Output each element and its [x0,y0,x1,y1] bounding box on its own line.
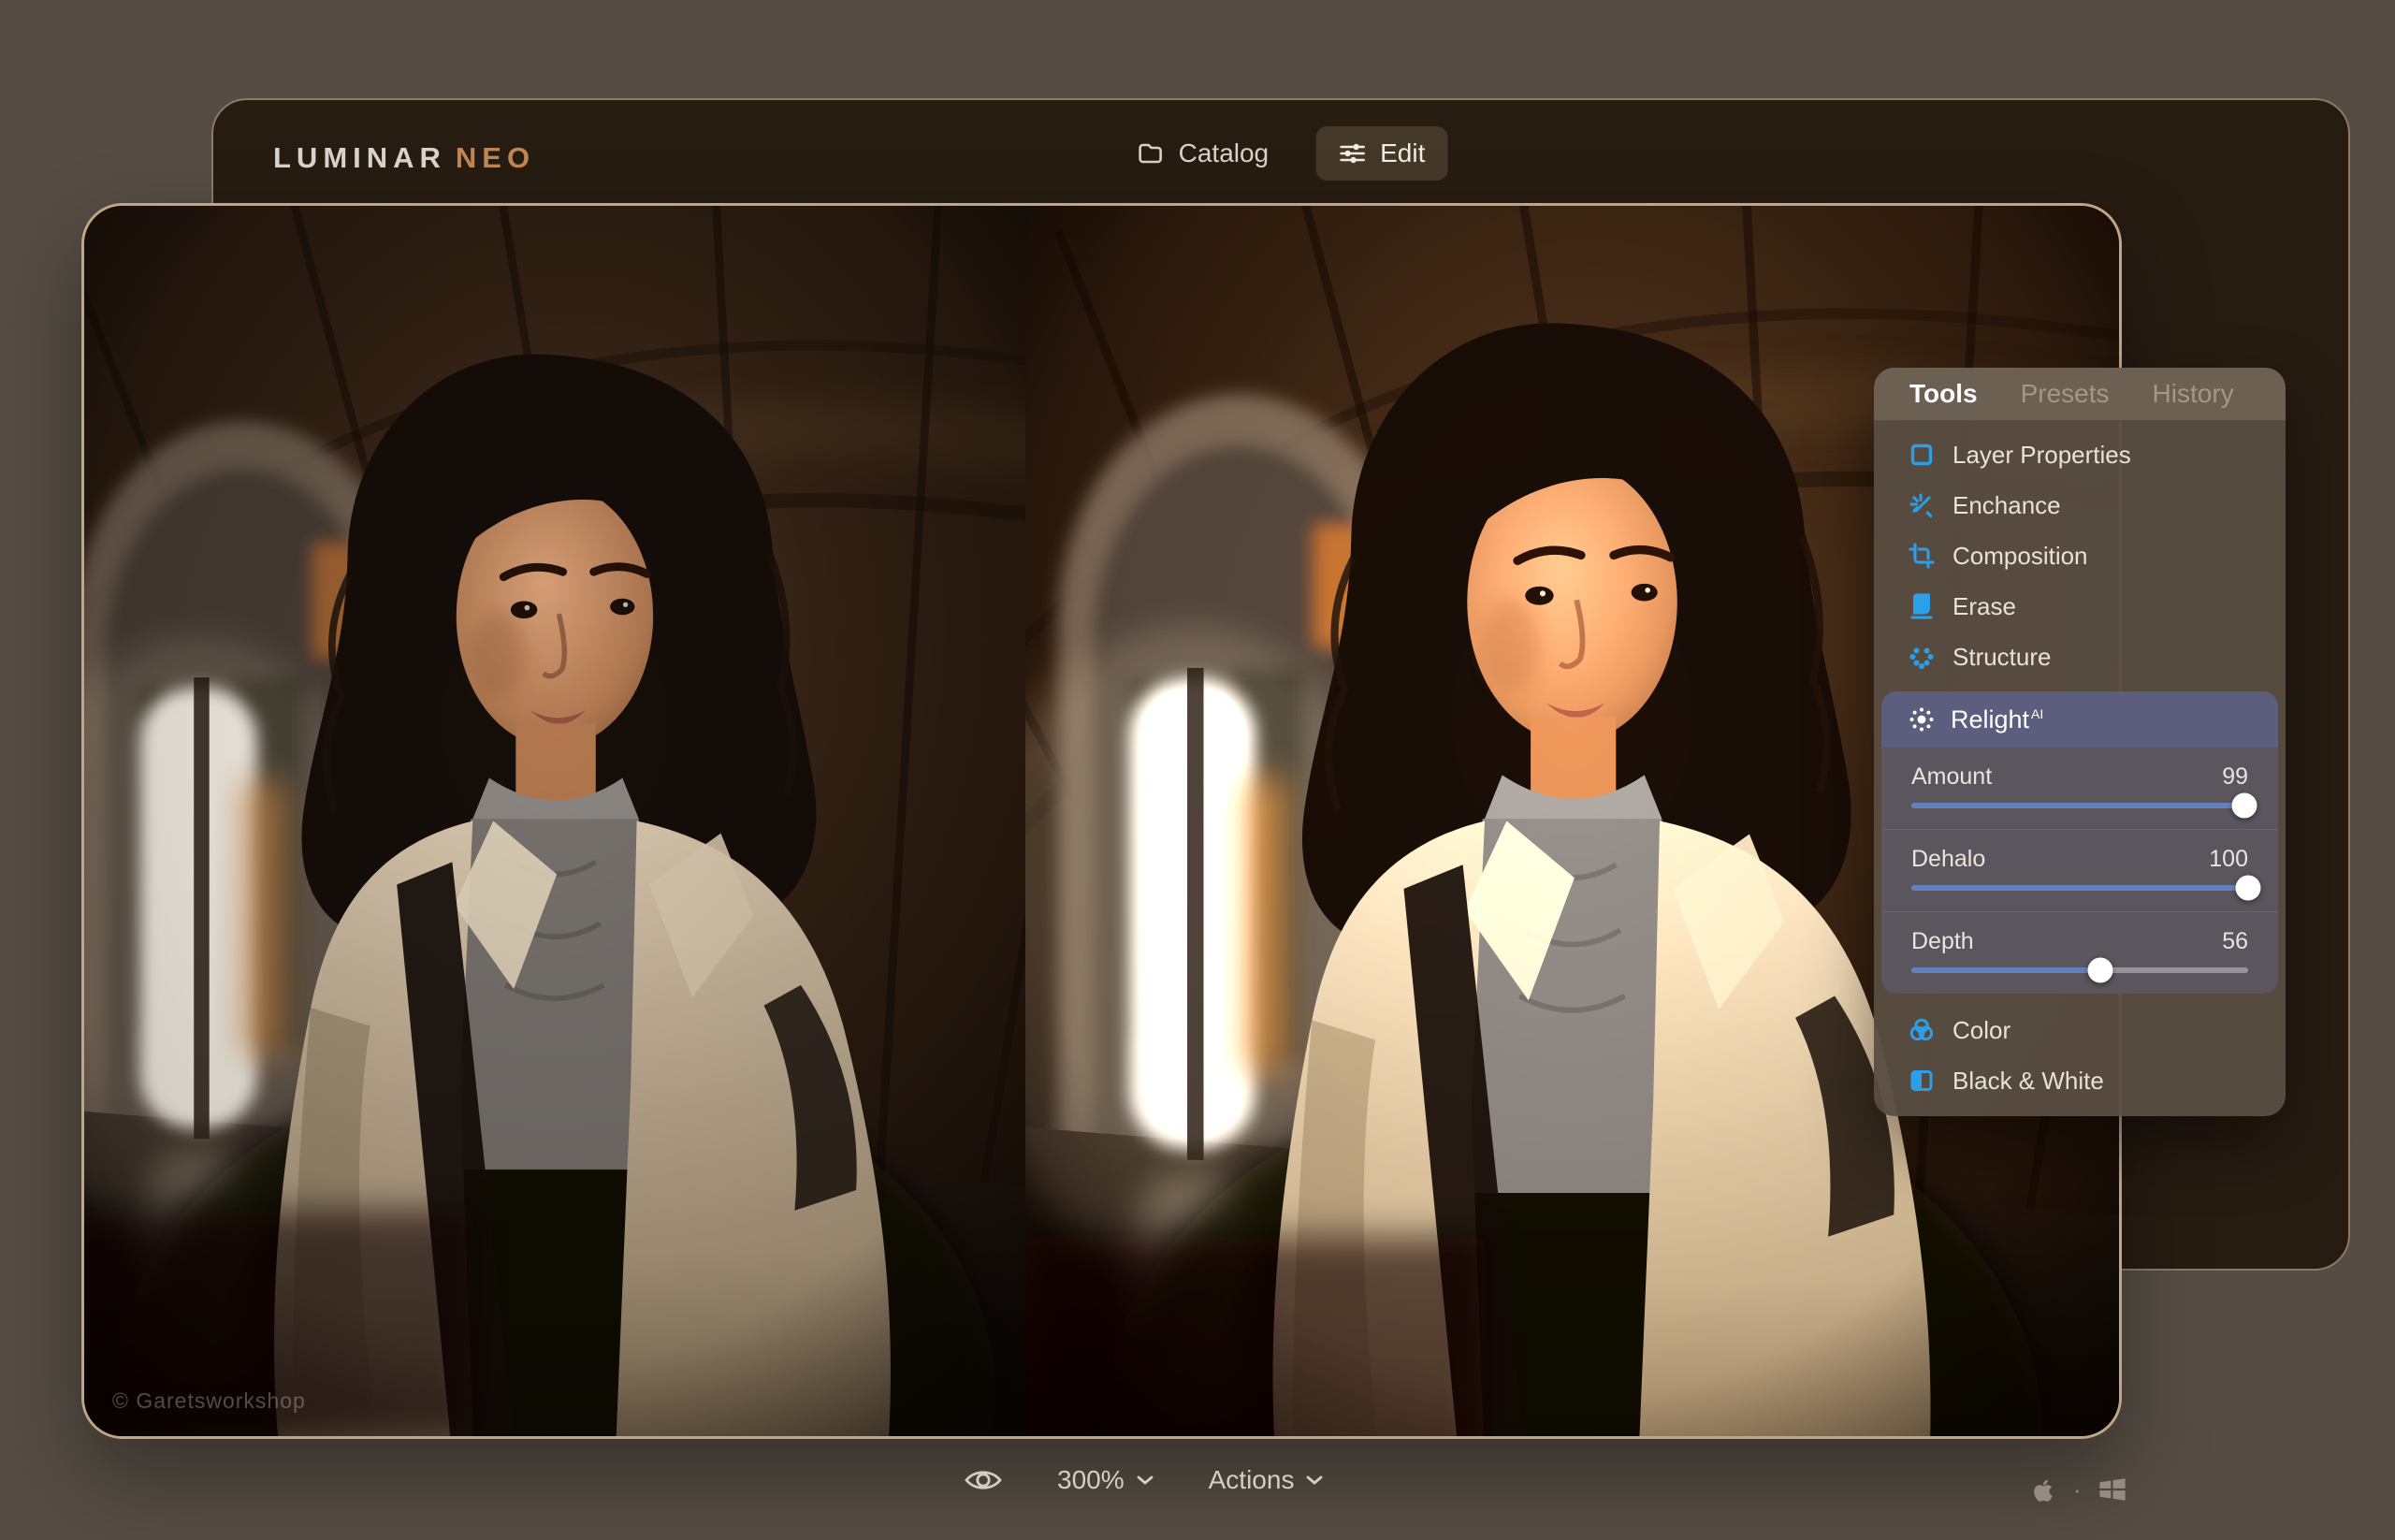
slider-fill [1911,803,2244,808]
layer-square-icon [1908,441,1936,469]
tool-label: Layer Properties [1952,441,2131,470]
slider-amount: Amount 99 [1881,748,2278,829]
platform-badges: · [2028,1473,2128,1506]
tool-label: Erase [1952,592,2016,621]
nav-edit[interactable]: Edit [1315,126,1447,181]
photo-before[interactable] [84,206,1025,1436]
chevron-down-icon [1136,1474,1154,1487]
relight-label: RelightAI [1951,705,2043,734]
tool-list-bottom: Color Black & White [1874,994,2286,1106]
slider-fill [1911,885,2248,891]
tools-panel: Tools Presets History Layer Properties E… [1874,368,2286,1116]
slider-label: Amount [1911,763,1992,791]
crop-icon [1908,542,1936,570]
tool-layer-properties[interactable]: Layer Properties [1874,429,2286,480]
relight-tool-group: RelightAI Amount 99 Dehalo 100 [1881,691,2278,994]
tool-label: Color [1952,1016,2010,1045]
bottom-toolbar: 300% Actions [964,1465,1324,1495]
color-circles-icon [1908,1016,1936,1044]
photo-comparison-card: © Garetsworkshop [81,203,2122,1439]
slider-value: 100 [2209,845,2248,873]
platform-separator: · [2073,1477,2082,1502]
slider-fill [1911,967,2100,973]
slider-track[interactable] [1911,967,2248,973]
slider-thumb[interactable] [2236,876,2261,901]
slider-label: Dehalo [1911,845,1985,873]
top-nav: Catalog Edit [1114,126,1448,181]
panel-tabs: Tools Presets History [1874,368,2286,420]
sun-dots-icon [1908,705,1936,734]
nav-edit-label: Edit [1380,138,1425,168]
app-logo: LUMINAR NEO [273,141,535,175]
tool-label: Enchance [1952,491,2061,520]
ai-badge: AI [2031,706,2043,721]
zoom-level-value: 300% [1057,1465,1125,1495]
relight-sliders: Amount 99 Dehalo 100 [1881,748,2278,994]
chevron-down-icon [1305,1474,1324,1487]
tool-structure[interactable]: Structure [1874,632,2286,682]
logo-secondary: NEO [456,141,535,174]
folder-icon [1137,139,1165,167]
stage: LUMINAR NEO Catalog Edit [0,0,2395,1540]
half-square-icon [1908,1067,1936,1095]
logo-primary: LUMINAR [273,141,446,174]
tool-erase[interactable]: Erase [1874,581,2286,632]
dots-cluster-icon [1908,643,1936,671]
slider-thumb[interactable] [2087,958,2112,983]
tool-list-top: Layer Properties Enchance Composition [1874,420,2286,682]
tab-presets[interactable]: Presets [2021,379,2110,409]
slider-thumb[interactable] [2232,793,2257,819]
tab-tools[interactable]: Tools [1909,379,1978,409]
slider-label: Depth [1911,927,1974,955]
slider-track[interactable] [1911,803,2248,808]
sparkle-icon [1908,491,1936,519]
tool-label: Composition [1952,542,2088,571]
actions-label: Actions [1209,1465,1295,1495]
nav-catalog[interactable]: Catalog [1114,126,1292,181]
photo-watermark: © Garetsworkshop [112,1388,306,1414]
tool-black-white[interactable]: Black & White [1874,1055,2286,1106]
slider-depth: Depth 56 [1881,911,2278,994]
tool-color[interactable]: Color [1874,1005,2286,1055]
zoom-level-dropdown[interactable]: 300% [1057,1465,1154,1495]
slider-track[interactable] [1911,885,2248,891]
nav-catalog-label: Catalog [1179,138,1270,168]
photo-before-image [84,206,1025,1436]
windows-icon [2097,1474,2128,1505]
apple-icon [2028,1473,2058,1506]
actions-dropdown[interactable]: Actions [1209,1465,1325,1495]
tool-composition[interactable]: Composition [1874,530,2286,581]
eraser-icon [1908,592,1936,620]
sliders-icon [1338,139,1366,167]
tool-label: Black & White [1952,1067,2104,1096]
slider-value: 99 [2222,763,2248,791]
relight-header[interactable]: RelightAI [1881,691,2278,748]
eye-icon[interactable] [964,1466,1003,1494]
tab-history[interactable]: History [2153,379,2234,409]
tool-enchance[interactable]: Enchance [1874,480,2286,530]
slider-dehalo: Dehalo 100 [1881,829,2278,911]
tool-label: Structure [1952,643,2052,672]
slider-value: 56 [2222,927,2248,955]
